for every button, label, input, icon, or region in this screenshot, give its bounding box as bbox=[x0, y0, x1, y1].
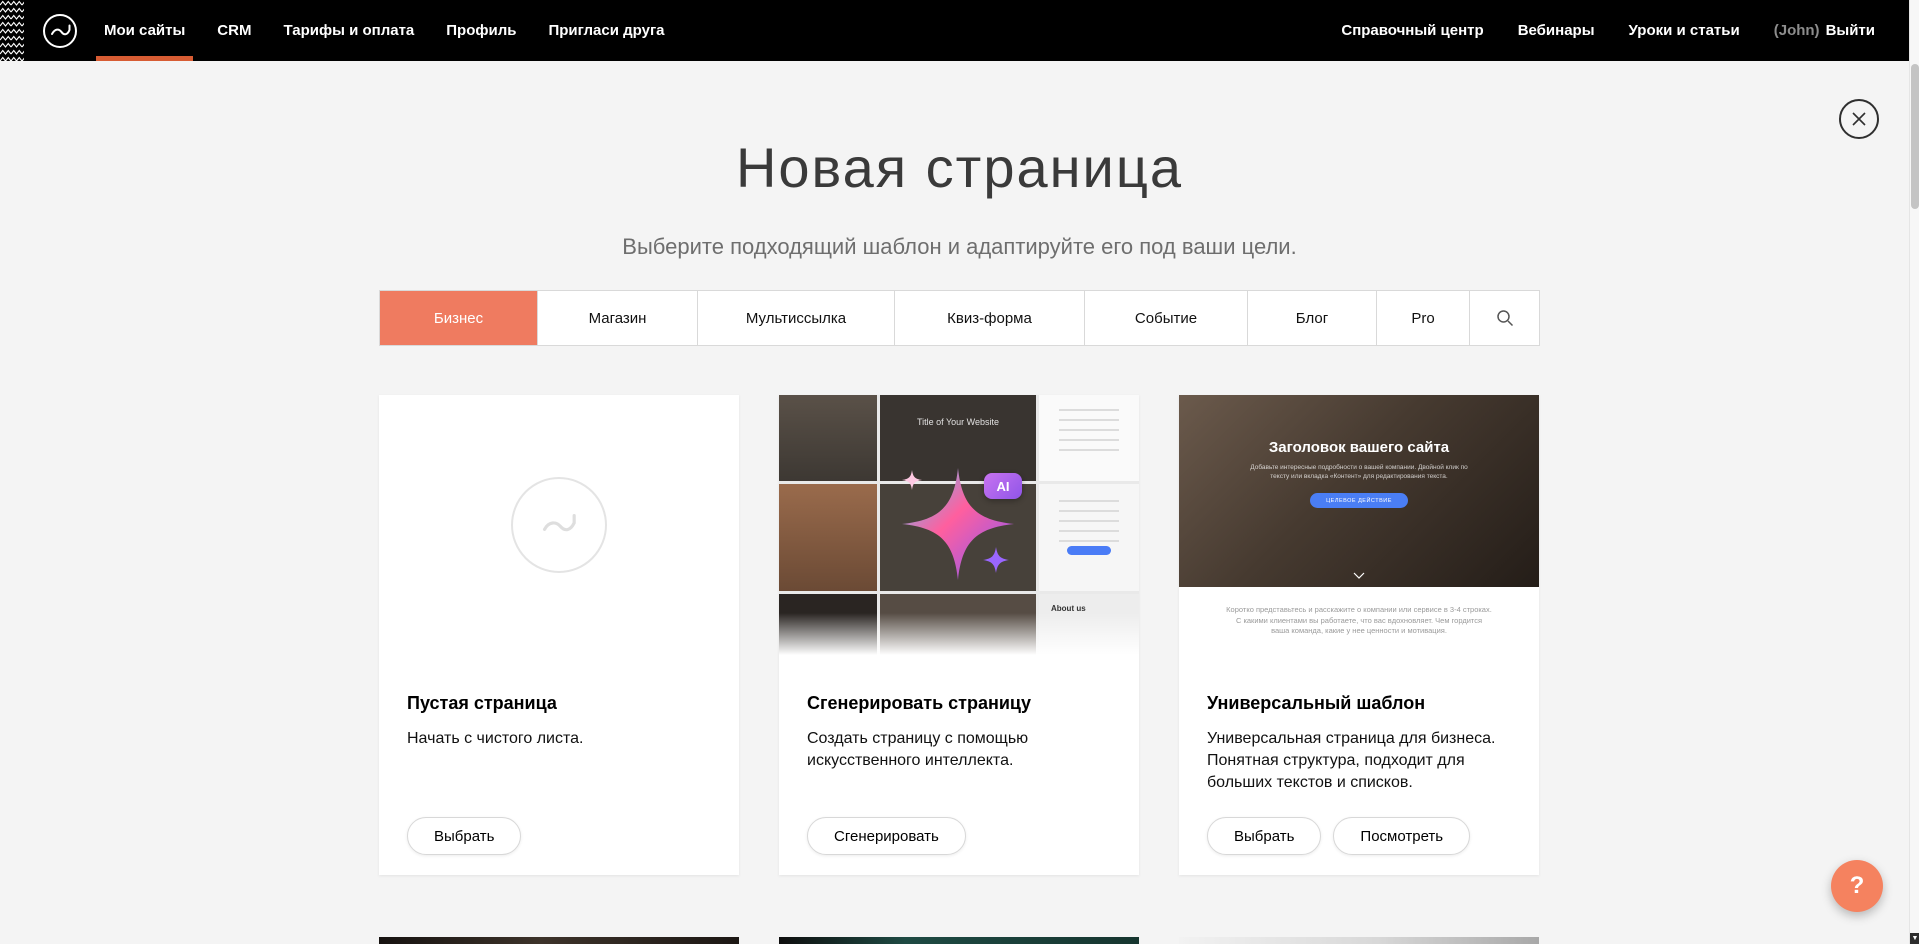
tab-business[interactable]: Бизнес bbox=[380, 291, 537, 345]
collage-tile bbox=[1039, 484, 1139, 591]
card-description: Универсальная страница для бизнеса. Поня… bbox=[1207, 728, 1511, 794]
help-button[interactable]: ? bbox=[1831, 860, 1883, 912]
ai-generate-preview: Title of Your Website About us bbox=[779, 395, 1139, 655]
template-card-partial[interactable] bbox=[379, 937, 739, 944]
nav-item-invite-friend[interactable]: Пригласи друга bbox=[548, 0, 664, 61]
template-card-ai-generate[interactable]: Title of Your Website About us bbox=[779, 395, 1139, 875]
collage-tile bbox=[880, 594, 1036, 655]
universal-template-preview: Заголовок вашего сайта Добавьте интересн… bbox=[1179, 395, 1539, 655]
card-description: Начать с чистого листа. bbox=[407, 728, 711, 750]
top-navigation-bar: Мои сайты CRM Тарифы и оплата Профиль Пр… bbox=[0, 0, 1919, 61]
tilda-watermark-icon bbox=[511, 477, 607, 573]
nav-item-my-sites[interactable]: Мои сайты bbox=[104, 0, 185, 61]
tab-search[interactable] bbox=[1469, 291, 1539, 345]
tab-quiz-form[interactable]: Квиз-форма bbox=[894, 291, 1084, 345]
template-category-tabs: Бизнес Магазин Мультиссылка Квиз-форма С… bbox=[379, 290, 1540, 346]
card-title: Сгенерировать страницу bbox=[807, 693, 1111, 714]
select-blank-button[interactable]: Выбрать bbox=[407, 817, 521, 855]
page-title: Новая страница bbox=[0, 135, 1919, 200]
template-body-text: Коротко представьтесь и расскажите о ком… bbox=[1226, 605, 1492, 637]
new-page-dialog: Новая страница Выберите подходящий шабло… bbox=[0, 0, 1919, 944]
next-template-row bbox=[379, 937, 1540, 944]
logout-link[interactable]: Выйти bbox=[1826, 22, 1875, 39]
scrollbar-thumb[interactable] bbox=[1911, 64, 1919, 209]
scrollbar[interactable]: ▼ bbox=[1909, 0, 1919, 944]
ai-badge: AI bbox=[984, 473, 1022, 499]
generate-button[interactable]: Сгенерировать bbox=[807, 817, 966, 855]
template-grid: Пустая страница Начать с чистого листа. … bbox=[379, 395, 1540, 875]
template-hero: Заголовок вашего сайта Добавьте интересн… bbox=[1179, 395, 1539, 587]
collage-button-decoration bbox=[1067, 546, 1111, 555]
collage-tile bbox=[779, 484, 877, 591]
user-name: (John) bbox=[1774, 22, 1820, 39]
chevron-down-icon bbox=[1353, 572, 1365, 579]
tab-pro[interactable]: Pro bbox=[1376, 291, 1469, 345]
nav-item-pricing[interactable]: Тарифы и оплата bbox=[283, 0, 414, 61]
nav-item-help-center[interactable]: Справочный центр bbox=[1341, 0, 1483, 61]
tab-shop[interactable]: Магазин bbox=[537, 291, 697, 345]
collage-tile bbox=[779, 594, 877, 655]
preview-universal-button[interactable]: Посмотреть bbox=[1333, 817, 1470, 855]
tab-multilink[interactable]: Мультиссылка bbox=[697, 291, 894, 345]
search-icon bbox=[1496, 309, 1514, 327]
template-cta-button: Целевое действие bbox=[1310, 493, 1408, 508]
template-card-partial[interactable] bbox=[779, 937, 1139, 944]
tilda-logo-icon[interactable] bbox=[42, 13, 78, 49]
collage-site-title: Title of Your Website bbox=[880, 395, 1036, 427]
template-card-partial[interactable] bbox=[1179, 937, 1539, 944]
nav-item-lessons[interactable]: Уроки и статьи bbox=[1629, 0, 1740, 61]
collage-tile: About us bbox=[1039, 594, 1139, 655]
template-hero-heading: Заголовок вашего сайта bbox=[1269, 439, 1449, 456]
card-title: Универсальный шаблон bbox=[1207, 693, 1511, 714]
collage-about-label: About us bbox=[1039, 594, 1139, 613]
close-icon bbox=[1851, 111, 1867, 127]
secondary-nav: Справочный центр Вебинары Уроки и статьи… bbox=[1307, 0, 1919, 61]
template-body-section: Коротко представьтесь и расскажите о ком… bbox=[1179, 587, 1539, 655]
nav-item-profile[interactable]: Профиль bbox=[446, 0, 516, 61]
primary-nav: Мои сайты CRM Тарифы и оплата Профиль Пр… bbox=[104, 0, 697, 61]
card-title: Пустая страница bbox=[407, 693, 711, 714]
collage-tile bbox=[779, 395, 877, 481]
nav-item-crm[interactable]: CRM bbox=[217, 0, 251, 61]
template-card-blank-page[interactable]: Пустая страница Начать с чистого листа. … bbox=[379, 395, 739, 875]
tab-event[interactable]: Событие bbox=[1084, 291, 1247, 345]
ai-sparkle-icon bbox=[878, 440, 1038, 600]
zigzag-pattern bbox=[0, 0, 24, 61]
template-hero-subheading: Добавьте интересные подробности о вашей … bbox=[1244, 463, 1474, 481]
template-card-universal[interactable]: Заголовок вашего сайта Добавьте интересн… bbox=[1179, 395, 1539, 875]
select-universal-button[interactable]: Выбрать bbox=[1207, 817, 1321, 855]
page-subtitle: Выберите подходящий шаблон и адаптируйте… bbox=[0, 234, 1919, 260]
nav-item-webinars[interactable]: Вебинары bbox=[1518, 0, 1595, 61]
tab-blog[interactable]: Блог bbox=[1247, 291, 1376, 345]
blank-page-preview bbox=[379, 395, 739, 655]
user-block: (John) Выйти bbox=[1774, 0, 1875, 61]
close-button[interactable] bbox=[1839, 99, 1879, 139]
collage-tile bbox=[1039, 395, 1139, 481]
scroll-down-arrow[interactable]: ▼ bbox=[1910, 933, 1919, 944]
card-description: Создать страницу с помощью искусственног… bbox=[807, 728, 1111, 772]
